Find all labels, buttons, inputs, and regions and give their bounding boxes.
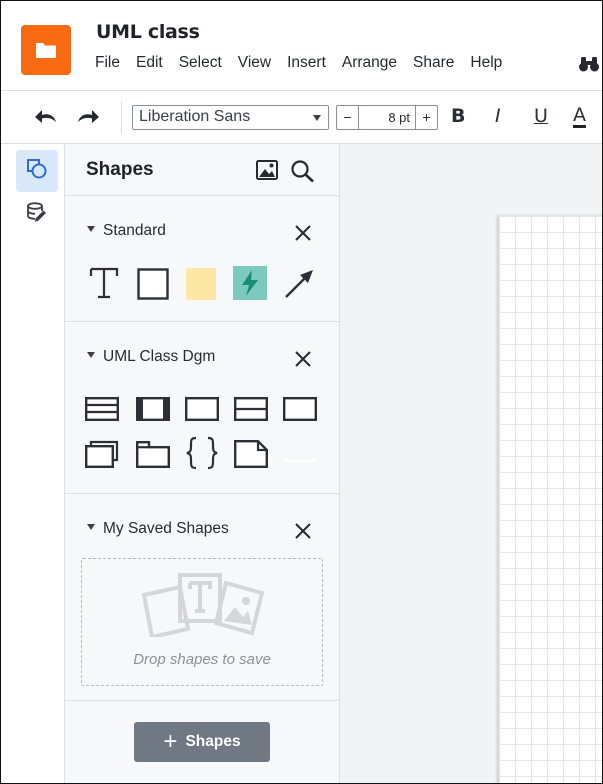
section-standard-header[interactable]: Standard [87,222,166,240]
menu-select[interactable]: Select [179,54,222,72]
data-linking-rail-button[interactable] [16,194,58,236]
search-icon[interactable] [290,159,316,187]
section-standard-title: Standard [103,222,166,239]
two-compartment-shape-icon[interactable] [234,397,269,425]
image-icon[interactable] [256,160,278,184]
canvas-page[interactable] [498,216,602,783]
section-uml-class: UML Class Dgm [65,322,340,494]
underline-button[interactable]: U [534,105,548,127]
panel-title: Shapes [86,159,154,180]
stacked-class-shape-icon[interactable] [85,440,119,472]
simple-class-shape-icon[interactable] [185,397,220,425]
header: UML class File Edit Select View Insert A… [1,1,602,91]
close-icon[interactable] [293,349,313,373]
binoculars-icon[interactable] [578,55,600,77]
menu-view[interactable]: View [238,54,271,72]
toolbar: Liberation Sans − 8 pt + B I U A [1,91,602,144]
add-shapes-button[interactable]: + Shapes [134,722,270,762]
section-uml-class-title: UML Class Dgm [103,348,216,365]
line-shape-icon[interactable] [283,450,317,469]
close-icon[interactable] [293,521,313,545]
note-shape-icon[interactable] [234,440,268,472]
data-linking-icon [25,201,49,229]
section-uml-class-header[interactable]: UML Class Dgm [87,348,215,366]
drop-shapes-text: Drop shapes to save [133,651,271,668]
section-saved-shapes-header[interactable]: My Saved Shapes [87,520,229,538]
shapes-rail-button[interactable] [16,150,58,192]
saved-shapes-drop-zone[interactable]: Drop shapes to save [81,558,323,686]
caret-down-icon [87,524,95,530]
font-size-increase-button[interactable]: + [415,106,437,129]
font-size-value[interactable]: 8 pt [359,106,415,129]
menu-share[interactable]: Share [413,54,454,72]
shapes-panel-header: Shapes [65,144,340,196]
text-shape-icon[interactable] [89,266,119,304]
shapes-panel: Shapes Standard UML Class Dgm My Saved S… [65,144,340,783]
folder-icon[interactable] [21,25,71,75]
interface-shape-icon[interactable] [136,397,171,425]
section-standard: Standard [65,196,340,322]
close-icon[interactable] [293,223,313,247]
italic-button[interactable]: I [495,105,501,127]
arrow-shape-icon[interactable] [283,268,315,304]
text-color-button[interactable]: A [573,105,586,128]
section-saved-shapes: My Saved Shapes Drop shapes to save [65,494,340,701]
font-size-decrease-button[interactable]: − [337,106,359,129]
rectangle-shape-icon[interactable] [137,268,169,304]
font-family-select[interactable]: Liberation Sans [132,105,329,130]
menu-edit[interactable]: Edit [136,54,163,72]
caret-down-icon [87,226,95,232]
chevron-down-icon [313,115,321,121]
canvas-area[interactable] [340,144,602,783]
font-family-value: Liberation Sans [139,108,251,125]
saved-shapes-placeholder-icon [140,571,266,641]
menu-insert[interactable]: Insert [287,54,326,72]
caret-down-icon [87,352,95,358]
package-shape-icon[interactable] [136,440,170,472]
menu-arrange[interactable]: Arrange [342,54,397,72]
sticky-note-shape-icon[interactable] [185,267,217,305]
plus-icon: + [163,728,178,755]
section-saved-shapes-title: My Saved Shapes [103,520,229,537]
class-shape-icon[interactable] [85,397,120,425]
menu-file[interactable]: File [95,54,120,72]
action-shape-icon[interactable] [233,266,267,304]
redo-icon[interactable] [76,107,100,131]
braces-shape-icon[interactable] [185,436,219,474]
menu-help[interactable]: Help [470,54,502,72]
shapes-icon [25,157,49,185]
add-shapes-label: Shapes [185,733,241,750]
font-size-stepper[interactable]: − 8 pt + [336,105,438,130]
toolbar-divider [121,101,122,134]
app-window: UML class File Edit Select View Insert A… [0,0,603,784]
menu-bar: File Edit Select View Insert Arrange Sha… [95,54,518,72]
document-title[interactable]: UML class [96,21,200,43]
undo-icon[interactable] [34,107,58,131]
bold-button[interactable]: B [451,105,465,127]
left-rail [1,144,65,783]
empty-class-shape-icon[interactable] [283,397,318,425]
